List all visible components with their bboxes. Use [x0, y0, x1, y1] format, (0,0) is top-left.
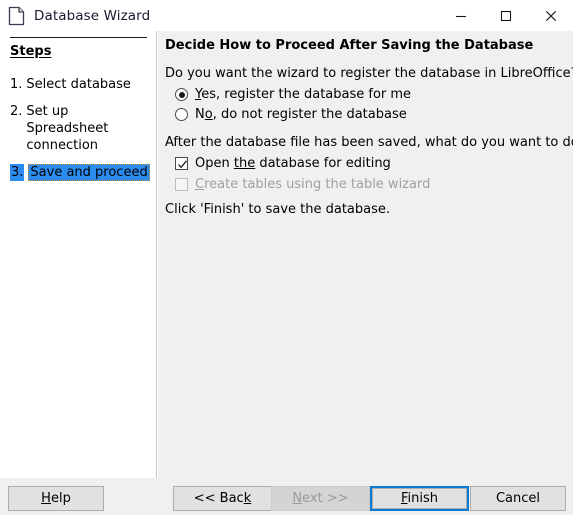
steps-sidebar: Steps 1. Select database 2. Set up Sprea… — [0, 31, 157, 478]
title-bar: Database Wizard — [0, 0, 573, 31]
sidebar-item-save-and-proceed[interactable]: 3. Save and proceed — [10, 164, 150, 181]
finish-button-inner: Finish — [372, 488, 467, 509]
maximize-icon[interactable] — [483, 0, 528, 31]
minimize-icon[interactable] — [438, 0, 483, 31]
cancel-button[interactable]: Cancel — [470, 486, 566, 511]
finish-button-label: Finish — [400, 491, 439, 506]
sidebar-item-select-database[interactable]: 1. Select database — [10, 76, 150, 93]
back-button[interactable]: << Back — [173, 486, 272, 511]
step-label: Set up Spreadsheet connection — [26, 104, 109, 153]
window-controls — [438, 0, 573, 31]
content-panel: Decide How to Proceed After Saving the D… — [158, 31, 573, 478]
radio-register-yes-label: Yes, register the database for me — [195, 87, 412, 102]
checkbox-indicator-checked[interactable] — [175, 157, 188, 170]
radio-register-no-label: No, do not register the database — [195, 107, 407, 122]
checkbox-indicator-disabled — [175, 178, 188, 191]
radio-register-no[interactable]: No, do not register the database — [175, 107, 407, 122]
next-button-label: Next >> — [292, 491, 349, 506]
page-title: Decide How to Proceed After Saving the D… — [165, 38, 534, 53]
sidebar-item-setup-spreadsheet-connection[interactable]: 2. Set up Spreadsheet connection — [10, 103, 150, 154]
back-button-label: << Back — [193, 491, 252, 506]
step-label: Save and proceed — [28, 164, 150, 181]
radio-register-yes[interactable]: Yes, register the database for me — [175, 87, 411, 102]
radio-indicator-unchecked[interactable] — [175, 108, 188, 121]
step-number: 3. — [10, 164, 25, 181]
step-number: 2. — [10, 104, 23, 119]
cancel-button-label: Cancel — [495, 491, 541, 506]
checkbox-open-database-label: Open the database for editing — [195, 156, 391, 171]
step-number: 1. — [10, 77, 23, 92]
help-button-label: Help — [41, 491, 71, 506]
button-bar: Help << Back Next >> Finish Cancel — [0, 478, 573, 515]
close-icon[interactable] — [528, 0, 573, 31]
steps-list: 1. Select database 2. Set up Spreadsheet… — [10, 76, 150, 191]
document-icon — [8, 6, 26, 26]
checkbox-create-tables: Create tables using the table wizard — [175, 177, 430, 192]
checkbox-create-tables-label: Create tables using the table wizard — [195, 177, 431, 192]
step-label: Select database — [26, 77, 131, 92]
after-save-question-label: After the database file has been saved, … — [165, 135, 573, 150]
window-title: Database Wizard — [34, 7, 151, 24]
register-question-label: Do you want the wizard to register the d… — [165, 66, 573, 81]
checkbox-open-database[interactable]: Open the database for editing — [175, 156, 391, 171]
steps-heading: Steps — [10, 44, 52, 59]
help-button[interactable]: Help — [8, 486, 104, 511]
next-button: Next >> — [271, 486, 370, 511]
steps-divider — [10, 37, 147, 38]
finish-button[interactable]: Finish — [370, 486, 469, 511]
database-wizard-window: Database Wizard Steps 1. Select database… — [0, 0, 573, 515]
radio-indicator-checked[interactable] — [175, 88, 188, 101]
finish-hint-text: Click 'Finish' to save the database. — [165, 202, 391, 217]
